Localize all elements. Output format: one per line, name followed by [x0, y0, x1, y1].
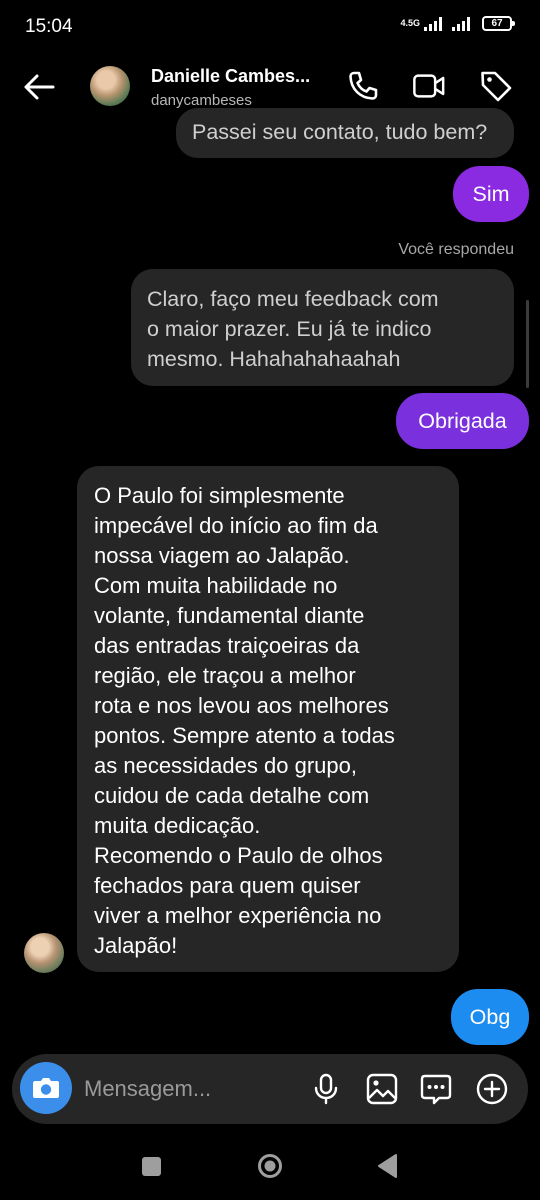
message-sent[interactable]: Obg	[451, 989, 529, 1045]
message-line: volante, fundamental diante	[94, 603, 365, 628]
message-line: O Paulo foi simplesmente	[94, 483, 345, 508]
message-line: cuidou de cada detalhe com	[94, 783, 370, 808]
message-line: mesmo. Hahahahahaahah	[147, 347, 401, 371]
message-sent[interactable]: Sim	[453, 166, 529, 222]
phone-icon[interactable]	[346, 69, 380, 103]
message-text: Sim	[472, 182, 510, 206]
message-sent[interactable]: Obrigada	[396, 393, 529, 449]
message-line: Recomendo o Paulo de olhos	[94, 843, 383, 868]
message-received[interactable]: Passei seu contato, tudo bem?	[176, 108, 514, 158]
message-received[interactable]: O Paulo foi simplesmente impecável do in…	[77, 466, 459, 972]
message-text: Obg	[469, 1005, 511, 1029]
add-icon[interactable]	[475, 1072, 509, 1106]
video-call-icon[interactable]	[412, 69, 446, 103]
back-nav-button[interactable]	[376, 1153, 398, 1179]
message-line: nossa viagem ao Jalapão.	[94, 543, 350, 568]
tag-icon[interactable]	[479, 69, 513, 103]
camera-button[interactable]	[20, 1062, 72, 1114]
message-line: região, ele traçou a melhor	[94, 663, 356, 688]
message-text: Passei seu contato, tudo bem?	[192, 120, 488, 144]
scrollbar[interactable]	[526, 300, 529, 388]
gallery-icon[interactable]	[365, 1072, 399, 1106]
signal-icon	[424, 16, 442, 31]
sticker-chat-icon[interactable]	[419, 1072, 453, 1106]
reply-label: Você respondeu	[398, 241, 514, 258]
status-time: 15:04	[25, 16, 73, 37]
camera-icon	[33, 1078, 59, 1098]
status-icons: 4.5G 67	[400, 16, 515, 31]
message-line: Claro, faço meu feedback com	[147, 287, 439, 311]
sender-avatar[interactable]	[24, 933, 64, 973]
message-line: Com muita habilidade no	[94, 573, 338, 598]
message-line: muita dedicação.	[94, 813, 261, 838]
message-input[interactable]: Mensagem...	[84, 1076, 211, 1102]
back-arrow-icon[interactable]	[22, 70, 56, 104]
network-type: 4.5G	[400, 18, 420, 28]
home-button[interactable]	[257, 1153, 283, 1179]
signal-icon-2	[452, 16, 470, 31]
message-line: viver a melhor experiência no	[94, 903, 382, 928]
message-reply[interactable]: Claro, faço meu feedback com o maior pra…	[131, 269, 514, 386]
microphone-icon[interactable]	[309, 1072, 343, 1106]
message-line: das entradas traiçoeiras da	[94, 633, 360, 658]
avatar[interactable]	[90, 66, 130, 106]
message-line: o maior prazer. Eu já te indico	[147, 317, 432, 341]
message-line: impecável do início ao fim da	[94, 513, 378, 538]
message-line: as necessidades do grupo,	[94, 753, 357, 778]
message-text: Obrigada	[418, 409, 507, 433]
contact-username[interactable]: danycambeses	[151, 92, 252, 109]
message-line: rota e nos levou aos melhores	[94, 693, 389, 718]
recent-apps-button[interactable]	[142, 1157, 161, 1176]
contact-name[interactable]: Danielle Cambes...	[151, 66, 310, 87]
message-line: fechados para quem quiser	[94, 873, 361, 898]
battery-icon: 67	[482, 16, 515, 31]
message-line: pontos. Sempre atento a todas	[94, 723, 395, 748]
message-line: Jalapão!	[94, 933, 178, 958]
